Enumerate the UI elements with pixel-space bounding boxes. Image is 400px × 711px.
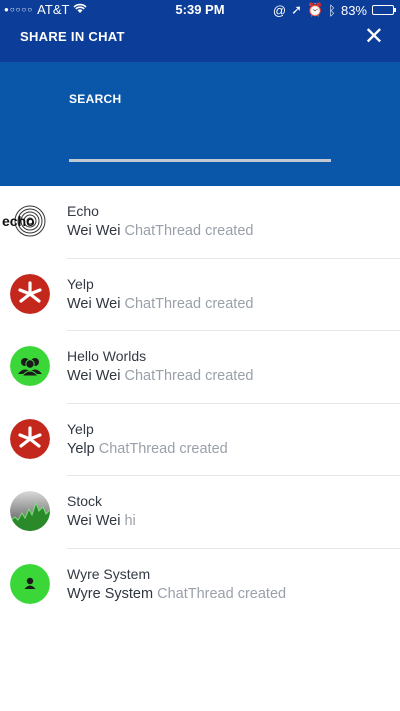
chat-row-yelp[interactable]: Yelp Yelp ChatThread created	[0, 404, 400, 477]
chat-sender: Wei Wei	[67, 368, 121, 385]
chat-sender: Wei Wei	[67, 223, 121, 239]
search-input[interactable]	[69, 136, 331, 162]
svg-text:echo: echo	[2, 213, 35, 229]
chat-sender: Wei Wei	[67, 295, 121, 312]
chat-preview: Yelp ChatThread created	[67, 441, 228, 457]
chat-sender: Wyre System	[67, 585, 154, 602]
status-bar: ●○○○○ AT&T 5:39 PM @ ➚ ⏰ ᛒ 83%	[0, 0, 400, 20]
echo-logo-icon: echo	[0, 198, 48, 244]
chat-row-yelp[interactable]: Yelp Wei Wei ChatThread created	[0, 259, 400, 332]
chat-list: echo Echo Wei Wei ChatThread created Yel	[0, 186, 400, 622]
location-arrow-icon: ➚	[291, 2, 302, 17]
chat-name: Echo	[67, 203, 99, 219]
group-icon	[10, 346, 50, 387]
chat-row-stock[interactable]: Stock Wei Wei hi	[0, 476, 400, 549]
chat-sender: Yelp	[67, 440, 95, 457]
chat-name: Stock	[67, 493, 103, 510]
chat-preview: Wyre System ChatThread created	[67, 586, 286, 602]
close-icon[interactable]: ✕	[364, 25, 384, 49]
chat-name: Yelp	[67, 275, 94, 292]
chat-preview: Wei Wei ChatThread created	[67, 296, 253, 312]
alarm-icon: ⏰	[306, 2, 324, 17]
chat-sender: Wei Wei	[67, 513, 121, 530]
page-title: SHARE IN CHAT	[20, 29, 125, 44]
battery-icon	[372, 5, 396, 15]
chat-preview: Wei Wei hi	[67, 513, 136, 529]
chat-row-echo[interactable]: echo Echo Wei Wei ChatThread created	[0, 186, 400, 259]
bluetooth-icon: ᛒ	[328, 2, 336, 18]
at-icon: @	[272, 2, 287, 18]
chat-message: hi	[124, 513, 136, 530]
person-icon	[10, 563, 50, 604]
chat-message: ChatThread created	[98, 440, 228, 457]
chat-preview: Wei Wei ChatThread created	[67, 368, 253, 384]
chat-row-hello-worlds[interactable]: Hello Worlds Wei Wei ChatThread created	[0, 331, 400, 404]
yelp-logo-icon	[10, 273, 50, 314]
stock-chart-icon	[10, 491, 50, 532]
chat-message: ChatThread created	[124, 223, 254, 239]
search-label: SEARCH	[69, 92, 122, 106]
chat-name: Yelp	[67, 420, 94, 437]
chat-name: Wyre System	[67, 565, 151, 582]
chat-preview: Wei Wei ChatThread created	[67, 223, 253, 239]
search-panel: SEARCH	[0, 62, 400, 186]
top-bar: SHARE IN CHAT ✕	[0, 20, 400, 62]
battery-percent: 83%	[340, 2, 367, 18]
chat-name: Hello Worlds	[67, 348, 147, 365]
yelp-logo-icon	[10, 418, 50, 459]
chat-message: ChatThread created	[124, 295, 254, 312]
chat-message: ChatThread created	[124, 368, 254, 385]
chat-message: ChatThread created	[157, 585, 287, 602]
chat-row-wyre-system[interactable]: Wyre System Wyre System ChatThread creat…	[0, 549, 400, 622]
